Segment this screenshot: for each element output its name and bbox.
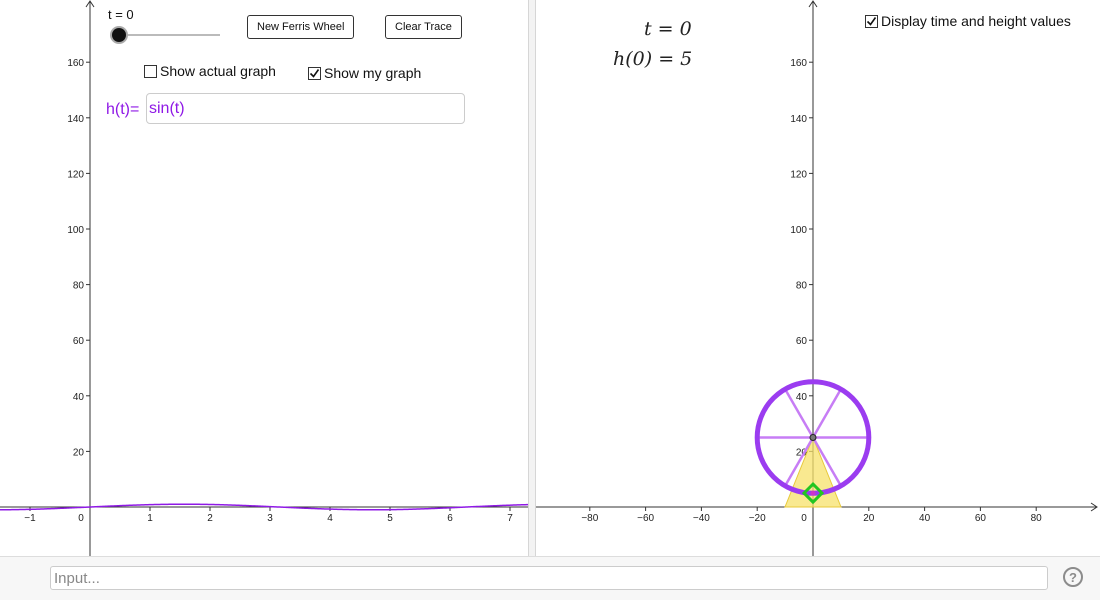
t-slider-label: t = 0 xyxy=(108,7,134,22)
y-tick-label: 60 xyxy=(73,336,85,347)
x-tick-label: −40 xyxy=(693,513,710,524)
checkmark-icon[interactable] xyxy=(308,66,321,80)
right-graph-canvas[interactable]: −80 −60 −40 −20 0 20 40 60 802040608010012014016… xyxy=(536,0,1100,556)
y-tick-label: 100 xyxy=(790,225,807,236)
function-input[interactable] xyxy=(146,93,465,124)
x-tick-label: 80 xyxy=(1031,513,1043,524)
t-slider-knob[interactable] xyxy=(112,28,126,42)
rider-point xyxy=(810,490,816,496)
view-divider[interactable] xyxy=(528,0,536,556)
x-tick-label: 2 xyxy=(207,513,213,524)
clear-trace-button[interactable]: Clear Trace xyxy=(385,15,462,39)
display-values-checkbox[interactable]: Display time and height values xyxy=(865,13,1071,29)
x-tick-label: 1 xyxy=(147,513,153,524)
y-tick-label: 80 xyxy=(796,281,808,292)
x-tick-label: −1 xyxy=(24,513,36,524)
y-tick-label: 140 xyxy=(790,114,807,125)
height-value-text: h(0) = 5 xyxy=(613,48,693,70)
show-actual-graph-label: Show actual graph xyxy=(160,63,276,79)
x-tick-label: 60 xyxy=(975,513,987,524)
x-tick-label: 4 xyxy=(327,513,333,524)
y-tick-label: 160 xyxy=(67,58,84,69)
time-value-text: t = 0 xyxy=(644,18,692,40)
wheel-hub xyxy=(809,434,817,441)
show-my-graph-label: Show my graph xyxy=(324,65,422,81)
x-tick-label: 40 xyxy=(919,513,931,524)
left-graph-canvas[interactable]: −1 0 1 2 3 4 5 6 7 20 40 60 80 100 120 140 160 xyxy=(0,0,528,556)
left-graphics-view[interactable]: −1 0 1 2 3 4 5 6 7 20 40 60 80 100 120 140 160 t = 0 New… xyxy=(0,0,528,556)
y-tick-label: 40 xyxy=(73,392,85,403)
help-icon[interactable]: ? xyxy=(1063,567,1083,587)
x-tick-label: 20 xyxy=(863,513,875,524)
y-tick-label: 40 xyxy=(796,392,808,403)
x-tick-label: 0 xyxy=(78,513,84,524)
t-slider-track[interactable] xyxy=(119,34,220,36)
x-tick-label: −80 xyxy=(581,513,598,524)
display-values-label: Display time and height values xyxy=(881,13,1071,29)
new-ferris-wheel-button[interactable]: New Ferris Wheel xyxy=(247,15,355,39)
show-actual-graph-checkbox[interactable]: Show actual graph xyxy=(144,63,276,79)
right-graphics-view[interactable]: −80 −60 −40 −20 0 20 40 60 80 20 40 60 80 100 120 140 16… xyxy=(536,0,1100,556)
x-tick-label: 3 xyxy=(267,513,273,524)
y-tick-label: 120 xyxy=(67,169,84,180)
x-tick-label: −20 xyxy=(749,513,766,524)
y-tick-label: 120 xyxy=(790,169,807,180)
x-tick-label: 6 xyxy=(447,513,453,524)
x-tick-label: −60 xyxy=(637,513,654,524)
y-tick-label: 160 xyxy=(790,58,807,69)
algebra-input[interactable] xyxy=(50,566,1048,590)
input-bar-container: ? xyxy=(0,556,1100,600)
x-tick-label: 5 xyxy=(387,513,393,524)
function-label: h(t)= xyxy=(106,101,140,118)
y-tick-label: 20 xyxy=(73,447,85,458)
y-tick-label: 100 xyxy=(67,225,84,236)
y-tick-label: 60 xyxy=(796,336,808,347)
y-tick-label: 140 xyxy=(67,114,84,125)
x-tick-label: 7 xyxy=(507,513,513,524)
x-tick-label: 0 xyxy=(801,513,807,524)
checkmark-icon[interactable] xyxy=(865,14,878,28)
y-tick-label: 80 xyxy=(73,281,85,292)
unchecked-box-icon[interactable] xyxy=(144,64,157,78)
show-my-graph-checkbox[interactable]: Show my graph xyxy=(308,65,421,81)
